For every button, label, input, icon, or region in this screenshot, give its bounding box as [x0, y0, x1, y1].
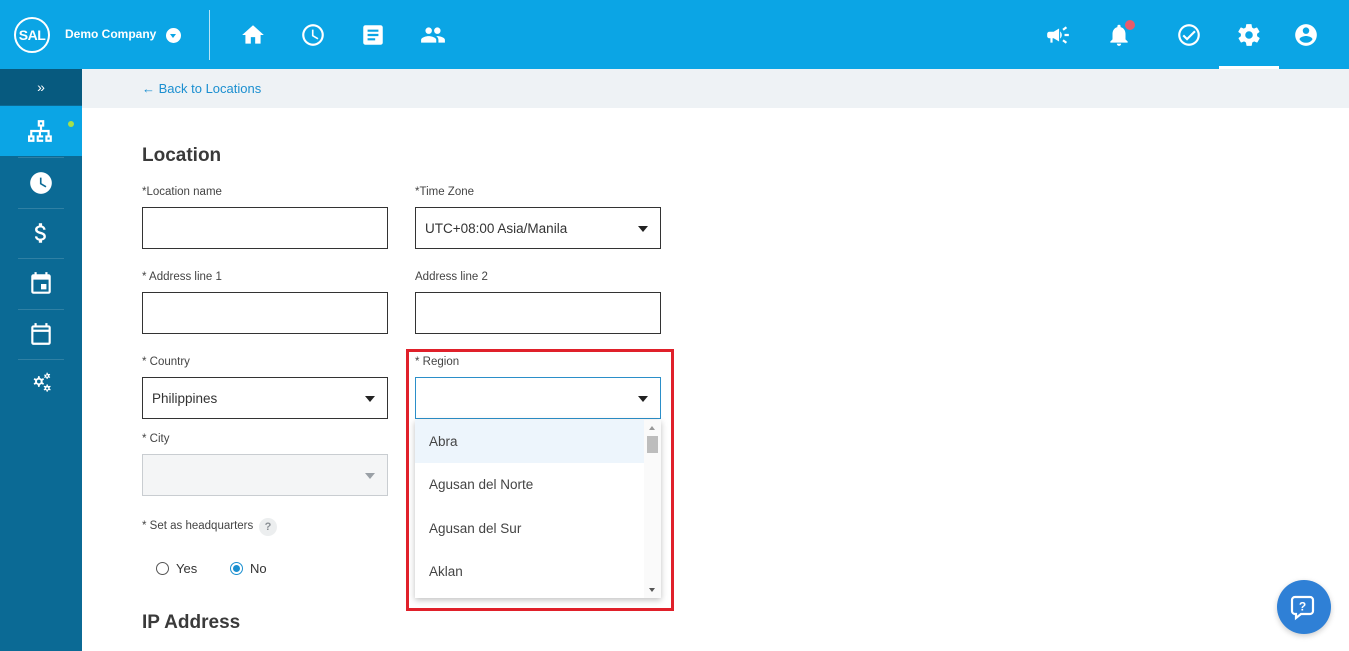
sidebar-item-leave[interactable] — [0, 309, 82, 359]
address-line-2-label: Address line 2 — [415, 271, 488, 283]
home-icon[interactable] — [239, 21, 267, 49]
help-icon[interactable]: ? — [259, 518, 277, 536]
sidebar-item-settings[interactable] — [0, 359, 82, 409]
hq-no-label: No — [250, 561, 267, 576]
hq-no-radio[interactable]: No — [230, 561, 267, 576]
country-value: Philippines — [152, 390, 218, 406]
location-name-label: *Location name — [142, 186, 222, 198]
country-select[interactable]: Philippines — [142, 377, 388, 419]
country-label: * Country — [142, 356, 190, 368]
check-circle-icon[interactable] — [1175, 21, 1203, 49]
annotation-highlight-box — [406, 349, 674, 611]
breadcrumb-bar — [82, 69, 1349, 108]
sidebar-item-payroll[interactable] — [0, 208, 82, 258]
time-zone-label: *Time Zone — [415, 186, 475, 198]
caret-down-icon — [365, 473, 375, 479]
hq-yes-label: Yes — [176, 561, 198, 576]
dollar-icon — [34, 223, 46, 243]
settings-gears-icon — [33, 372, 51, 392]
caret-down-icon — [365, 396, 375, 402]
user-icon[interactable] — [1292, 21, 1320, 49]
sal-logo[interactable]: SAL — [14, 17, 50, 53]
hq-yes-radio[interactable]: Yes — [156, 561, 197, 576]
top-navigation-bar: SAL Demo Company — [0, 0, 1349, 69]
gear-icon[interactable] — [1235, 21, 1263, 49]
sidebar-item-organization[interactable] — [0, 106, 82, 156]
people-icon[interactable] — [419, 21, 447, 49]
sidebar: » — [0, 69, 82, 651]
chevron-down-icon[interactable] — [166, 28, 181, 43]
calendar-icon — [31, 272, 51, 294]
calendar-alt-icon — [31, 323, 51, 345]
radio-checked[interactable] — [230, 562, 243, 575]
caret-down-icon — [638, 226, 648, 232]
company-name[interactable]: Demo Company — [65, 27, 156, 41]
address-line-2-input[interactable] — [415, 292, 661, 334]
city-select[interactable] — [142, 454, 388, 496]
address-line-1-label: * Address line 1 — [142, 271, 222, 283]
help-chat-button[interactable]: ? — [1277, 580, 1331, 634]
time-zone-select[interactable]: UTC+08:00 Asia/Manila — [415, 207, 661, 249]
sidebar-active-dot — [68, 121, 74, 127]
time-zone-value: UTC+08:00 Asia/Manila — [425, 220, 568, 236]
notification-badge — [1125, 20, 1135, 30]
clock-icon[interactable] — [299, 21, 327, 49]
back-to-locations-link[interactable]: ← Back to Locations — [142, 81, 261, 96]
headquarters-label: * Set as headquarters — [142, 520, 254, 532]
section-title-ip-address: IP Address — [142, 612, 241, 633]
location-name-input[interactable] — [142, 207, 388, 249]
city-label: * City — [142, 433, 170, 445]
divider — [209, 10, 210, 60]
section-title-location: Location — [142, 145, 222, 166]
megaphone-icon[interactable] — [1044, 21, 1072, 49]
document-icon[interactable] — [359, 21, 387, 49]
sidebar-item-time[interactable] — [0, 158, 82, 208]
radio-unchecked[interactable] — [156, 562, 169, 575]
sidebar-expand-toggle[interactable]: » — [0, 69, 82, 105]
sidebar-item-schedule[interactable] — [0, 259, 82, 309]
help-chat-icon: ? — [1290, 595, 1315, 621]
clock-icon — [30, 172, 52, 194]
address-line-1-input[interactable] — [142, 292, 388, 334]
svg-text:?: ? — [1299, 600, 1306, 614]
org-chart-icon — [28, 120, 52, 142]
